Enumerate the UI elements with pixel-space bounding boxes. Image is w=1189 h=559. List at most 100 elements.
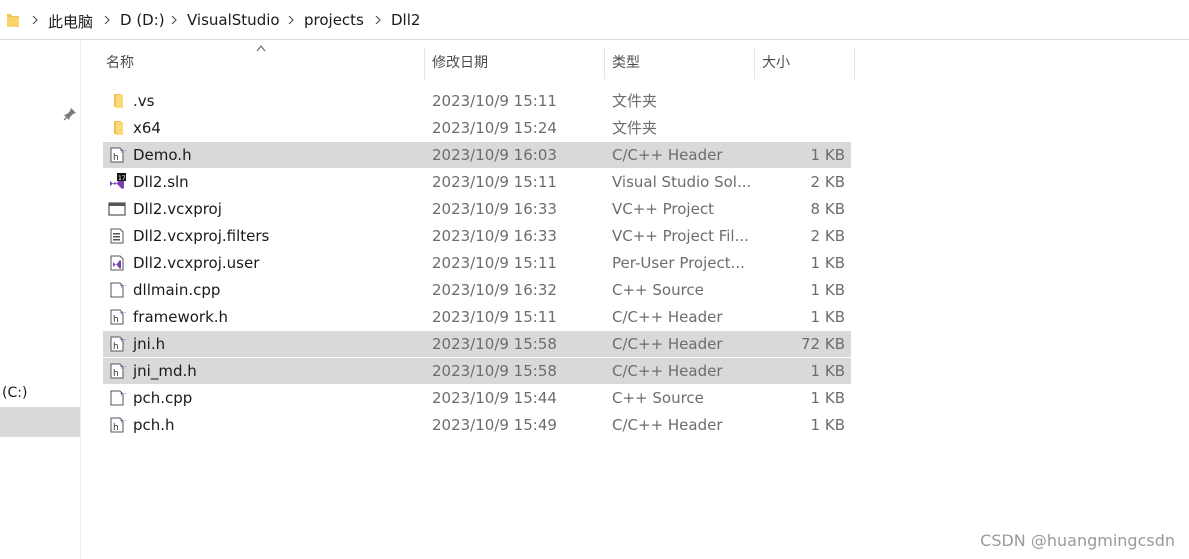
- file-row[interactable]: x64 2023/10/9 15:24 文件夹: [103, 115, 851, 141]
- file-name: dllmain.cpp: [133, 281, 221, 299]
- file-type: C/C++ Header: [612, 146, 723, 164]
- file-size: 1 KB: [810, 146, 845, 164]
- svg-text:++: ++: [119, 391, 126, 398]
- file-name: jni_md.h: [133, 362, 197, 380]
- file-type: C/C++ Header: [612, 416, 723, 434]
- file-type: C/C++ Header: [612, 362, 723, 380]
- file-date: 2023/10/9 15:49: [432, 416, 557, 434]
- file-size: 2 KB: [810, 227, 845, 245]
- svg-text:++: ++: [119, 148, 126, 155]
- file-type: Per-User Project...: [612, 254, 745, 272]
- file-size: 1 KB: [810, 281, 845, 299]
- header-file-icon: h++: [108, 146, 129, 164]
- column-header-name[interactable]: 名称: [106, 48, 134, 78]
- breadcrumb-item[interactable]: Dll2: [391, 11, 420, 29]
- column-header-size[interactable]: 大小: [762, 48, 790, 78]
- file-date: 2023/10/9 15:58: [432, 362, 557, 380]
- address-bar[interactable]: 此电脑 D (D:) VisualStudio projects Dll2: [0, 0, 1189, 40]
- header-file-icon: h++: [108, 416, 129, 434]
- file-size: 8 KB: [810, 200, 845, 218]
- file-date: 2023/10/9 15:11: [432, 92, 557, 110]
- chevron-right-icon[interactable]: [285, 14, 297, 26]
- breadcrumb-item[interactable]: D (D:): [120, 11, 165, 29]
- file-date: 2023/10/9 15:11: [432, 308, 557, 326]
- file-type: C++ Source: [612, 281, 704, 299]
- file-name: Demo.h: [133, 146, 192, 164]
- file-row[interactable]: ++ dllmain.cpp 2023/10/9 16:32 C++ Source 1 …: [103, 277, 851, 303]
- file-row[interactable]: Dll2.vcxproj.user 2023/10/9 15:11 Per-User…: [103, 250, 851, 276]
- nav-item-selected[interactable]: [0, 407, 80, 437]
- file-name: pch.cpp: [133, 389, 193, 407]
- file-type: C/C++ Header: [612, 335, 723, 353]
- sort-ascending-icon: [256, 45, 266, 52]
- column-divider[interactable]: [424, 47, 425, 79]
- file-name: Dll2.vcxproj.filters: [133, 227, 270, 245]
- file-name: Dll2.vcxproj.user: [133, 254, 260, 272]
- folder-icon: [108, 119, 126, 137]
- column-divider[interactable]: [854, 47, 855, 79]
- svg-text:++: ++: [119, 310, 126, 317]
- svg-text:h: h: [113, 315, 119, 325]
- file-name: jni.h: [133, 335, 166, 353]
- file-size: 1 KB: [810, 389, 845, 407]
- file-type: C/C++ Header: [612, 308, 723, 326]
- file-name: .vs: [133, 92, 155, 110]
- file-row[interactable]: h++framework.h2023/10/9 15:11C/C++ Heade…: [103, 304, 851, 330]
- breadcrumb-item[interactable]: VisualStudio: [187, 11, 280, 29]
- svg-text:++: ++: [119, 283, 126, 290]
- vs-user-file-icon: [108, 254, 126, 272]
- file-type: Visual Studio Sol...: [612, 173, 752, 191]
- chevron-right-icon[interactable]: [29, 14, 41, 26]
- file-name: x64: [133, 119, 161, 137]
- watermark: CSDN @huangmingcsdn: [980, 531, 1175, 550]
- file-row[interactable]: h++jni.h2023/10/9 15:58C/C++ Header72 KB: [103, 331, 851, 357]
- header-file-icon: h++: [108, 335, 129, 353]
- file-size: 1 KB: [810, 416, 845, 434]
- file-name: framework.h: [133, 308, 229, 326]
- file-row[interactable]: ++ pch.cpp 2023/10/9 15:44 C++ Source 1 KB: [103, 385, 851, 411]
- file-type: C++ Source: [612, 389, 704, 407]
- svg-text:++: ++: [119, 337, 126, 344]
- column-header-date[interactable]: 修改日期: [432, 48, 488, 78]
- file-size: 1 KB: [810, 308, 845, 326]
- file-size: 1 KB: [810, 362, 845, 380]
- file-date: 2023/10/9 16:03: [432, 146, 557, 164]
- navigation-pane: (C:): [0, 41, 81, 559]
- vs-solution-icon: 17: [108, 173, 126, 191]
- file-date: 2023/10/9 15:11: [432, 254, 557, 272]
- breadcrumb-item[interactable]: 此电脑: [48, 11, 93, 32]
- file-date: 2023/10/9 15:58: [432, 335, 557, 353]
- file-row[interactable]: .vs 2023/10/9 15:11 文件夹: [103, 88, 851, 114]
- file-date: 2023/10/9 15:44: [432, 389, 557, 407]
- header-file-icon: h++: [108, 308, 129, 326]
- svg-text:h: h: [113, 369, 119, 379]
- source-file-icon: ++: [108, 389, 129, 407]
- breadcrumb-item[interactable]: projects: [304, 11, 364, 29]
- column-divider[interactable]: [604, 47, 605, 79]
- file-type: 文件夹: [612, 119, 658, 137]
- pin-icon: [63, 108, 76, 121]
- column-header-type[interactable]: 类型: [612, 48, 640, 78]
- svg-text:h: h: [113, 342, 119, 352]
- file-date: 2023/10/9 15:11: [432, 173, 557, 191]
- file-date: 2023/10/9 16:33: [432, 227, 557, 245]
- file-row[interactable]: Dll2.vcxproj.filters 2023/10/9 16:33 VC++ …: [103, 223, 851, 249]
- file-size: 2 KB: [810, 173, 845, 191]
- file-row[interactable]: Dll2.vcxproj 2023/10/9 16:33 VC++ Project 8…: [103, 196, 851, 222]
- chevron-right-icon[interactable]: [101, 14, 113, 26]
- file-name: pch.h: [133, 416, 175, 434]
- file-size: 1 KB: [810, 254, 845, 272]
- file-row[interactable]: h++jni_md.h2023/10/9 15:58C/C++ Header1 …: [103, 358, 851, 384]
- svg-text:h: h: [113, 153, 119, 163]
- svg-text:++: ++: [119, 364, 126, 371]
- nav-item-drive-c[interactable]: (C:): [2, 385, 27, 401]
- file-row[interactable]: h++pch.h 2023/10/9 15:49 C/C++ Header 1 KB: [103, 412, 851, 438]
- chevron-right-icon[interactable]: [372, 14, 384, 26]
- chevron-right-icon[interactable]: [168, 14, 180, 26]
- file-date: 2023/10/9 16:32: [432, 281, 557, 299]
- column-divider[interactable]: [754, 47, 755, 79]
- folder-icon: [108, 92, 126, 110]
- file-row[interactable]: h++Demo.h2023/10/9 16:03C/C++ Header1 KB: [103, 142, 851, 168]
- file-row[interactable]: 17 Dll2.sln 2023/10/9 15:11 Visual Studio S…: [103, 169, 851, 195]
- header-file-icon: h++: [108, 362, 129, 380]
